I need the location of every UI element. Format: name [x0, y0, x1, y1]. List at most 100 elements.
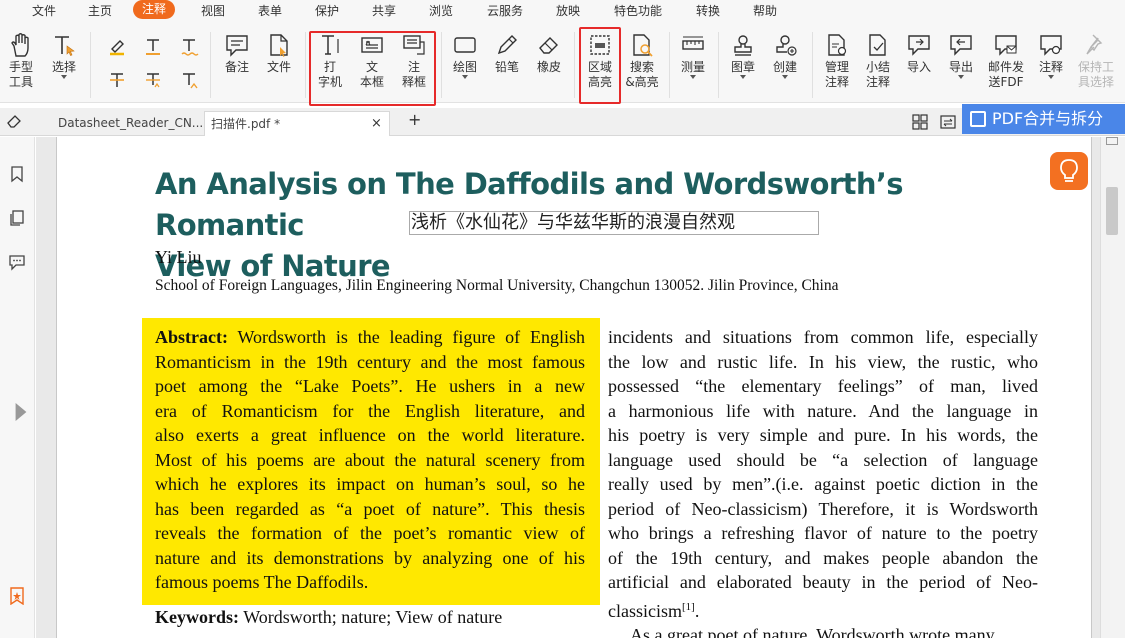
highlight-text-button[interactable]: [106, 26, 128, 58]
keywords-line: Keywords: Wordsworth; nature; View of na…: [155, 607, 503, 627]
eraser-tab-icon[interactable]: [6, 113, 22, 129]
text-squiggly-icon: [179, 36, 199, 56]
left-sidebar: [0, 137, 35, 638]
export-dropdown-caret[interactable]: [958, 75, 964, 79]
separator: [210, 32, 211, 98]
favorite-bookmark-icon[interactable]: [8, 587, 26, 606]
select-tool-button[interactable]: 选择: [48, 26, 80, 79]
manage-annotations-button[interactable]: 管理 注释: [821, 26, 853, 90]
pin-icon: [1083, 32, 1109, 58]
text-select-icon: [51, 32, 77, 58]
text-underline-icon: [143, 36, 163, 56]
rectangle-shape-icon: [452, 32, 478, 58]
strikeout-text-button[interactable]: [106, 60, 128, 92]
separator: [90, 32, 91, 98]
separator: [718, 32, 719, 98]
keep-tool-selected-button[interactable]: 保持工 具选择: [1076, 26, 1116, 90]
close-icon[interactable]: ×: [371, 112, 382, 136]
ruler-icon: [680, 32, 706, 58]
menu-share[interactable]: 共享: [372, 2, 396, 19]
grid-view-icon[interactable]: [912, 114, 928, 130]
separator: [812, 32, 813, 98]
ribbon-toolbar: 手型 工具 选择 备注 文件 打 字机 文 本框 注 释框 绘图 铅笔 橡皮 区…: [0, 20, 1125, 106]
menu-cloud[interactable]: 云服务: [487, 2, 523, 19]
text-replace-icon: [143, 70, 163, 90]
menu-features[interactable]: 特色功能: [614, 2, 662, 19]
eraser-button[interactable]: 橡皮: [534, 26, 564, 75]
author-name: Yi Liu: [155, 247, 202, 267]
create-stamp-button[interactable]: 创建: [770, 26, 800, 79]
pages-icon[interactable]: [8, 209, 26, 227]
drawing-button[interactable]: 绘图: [450, 26, 480, 79]
replace-text-button[interactable]: [142, 60, 164, 92]
note-icon: [224, 32, 250, 58]
measure-dropdown-caret[interactable]: [690, 75, 696, 79]
separator: [305, 32, 306, 98]
eraser-icon: [536, 32, 562, 58]
stamp-button[interactable]: 图章: [728, 26, 758, 79]
menu-annotate[interactable]: 注释: [133, 0, 176, 19]
squiggly-text-button[interactable]: [178, 26, 200, 58]
menu-form[interactable]: 表单: [258, 2, 282, 19]
stamp-dropdown-caret[interactable]: [740, 75, 746, 79]
tab-scan-pdf[interactable]: 扫描件.pdf * ×: [204, 111, 390, 136]
highlight-box-text-tools: [309, 31, 436, 106]
add-tab-icon[interactable]: +: [408, 110, 421, 129]
scroll-up-button[interactable]: [1106, 137, 1118, 145]
hand-icon: [8, 32, 34, 58]
attach-file-button[interactable]: 文件: [264, 26, 294, 75]
menu-convert[interactable]: 转换: [696, 2, 720, 19]
search-highlight-button[interactable]: 搜索 &高亮: [624, 26, 660, 90]
menu-home[interactable]: 主页: [88, 2, 112, 19]
export-comment-icon: [948, 32, 974, 58]
highlighter-icon: [107, 36, 127, 56]
lightbulb-tips-button[interactable]: [1050, 152, 1088, 190]
bookmark-icon[interactable]: [8, 165, 26, 183]
chinese-title-textbox[interactable]: 浅析《水仙花》与华兹华斯的浪漫自然观: [409, 211, 819, 235]
menu-slideshow[interactable]: 放映: [556, 2, 580, 19]
text-insert-icon: [179, 70, 199, 90]
annotate-dropdown-caret[interactable]: [1048, 75, 1054, 79]
measure-button[interactable]: 测量: [678, 26, 708, 79]
document-tab-bar: Datasheet_Reader_CN.... 扫描件.pdf * × +: [0, 108, 1125, 136]
separator: [574, 32, 575, 98]
document-canvas: An Analysis on The Daffodils and Wordswo…: [36, 137, 1100, 638]
email-fdf-button[interactable]: 邮件发 送FDF: [986, 26, 1026, 90]
expand-panel-arrow-icon[interactable]: [12, 403, 27, 421]
citation-superscript: [1]: [682, 600, 695, 613]
import-button[interactable]: 导入: [904, 26, 934, 75]
scrollbar-thumb[interactable]: [1106, 187, 1118, 235]
create-dropdown-caret[interactable]: [782, 75, 788, 79]
annotation-settings-button[interactable]: 注释: [1036, 26, 1066, 79]
menu-bar: 文件 主页 注释 视图 表单 保护 共享 浏览 云服务 放映 特色功能 转换 帮…: [0, 0, 1125, 20]
tab-datasheet[interactable]: Datasheet_Reader_CN....: [52, 111, 207, 136]
summary-annotations-button[interactable]: 小结 注释: [862, 26, 894, 90]
switch-window-icon[interactable]: [940, 114, 956, 130]
underline-text-button[interactable]: [142, 26, 164, 58]
pencil-button[interactable]: 铅笔: [492, 26, 522, 75]
manage-document-icon: [824, 32, 850, 58]
menu-help[interactable]: 帮助: [753, 2, 777, 19]
text-strikeout-icon: [107, 70, 127, 90]
drawing-dropdown-caret[interactable]: [462, 75, 468, 79]
comments-icon[interactable]: [8, 253, 26, 271]
pdf-merge-split-banner[interactable]: PDF合并与拆分: [962, 104, 1125, 134]
file-attach-icon: [266, 32, 292, 58]
summary-document-icon: [865, 32, 891, 58]
highlight-box-area-tool: [579, 27, 621, 104]
select-dropdown-caret[interactable]: [61, 75, 67, 79]
abstract-text: Abstract: Wordsworth is the leading figu…: [155, 327, 585, 592]
hand-tool-button[interactable]: 手型 工具: [4, 26, 38, 90]
vertical-scrollbar[interactable]: [1100, 137, 1125, 638]
pdf-page: An Analysis on The Daffodils and Wordswo…: [56, 137, 1092, 638]
menu-file[interactable]: 文件: [32, 2, 56, 19]
note-button[interactable]: 备注: [222, 26, 252, 75]
right-column-text: incidents and situations from common lif…: [608, 327, 1038, 638]
menu-browse[interactable]: 浏览: [429, 2, 453, 19]
merge-split-icon: [970, 111, 986, 127]
menu-view[interactable]: 视图: [201, 2, 225, 19]
export-button[interactable]: 导出: [946, 26, 976, 79]
insert-text-button[interactable]: [178, 60, 200, 92]
menu-protect[interactable]: 保护: [315, 2, 339, 19]
import-comment-icon: [906, 32, 932, 58]
